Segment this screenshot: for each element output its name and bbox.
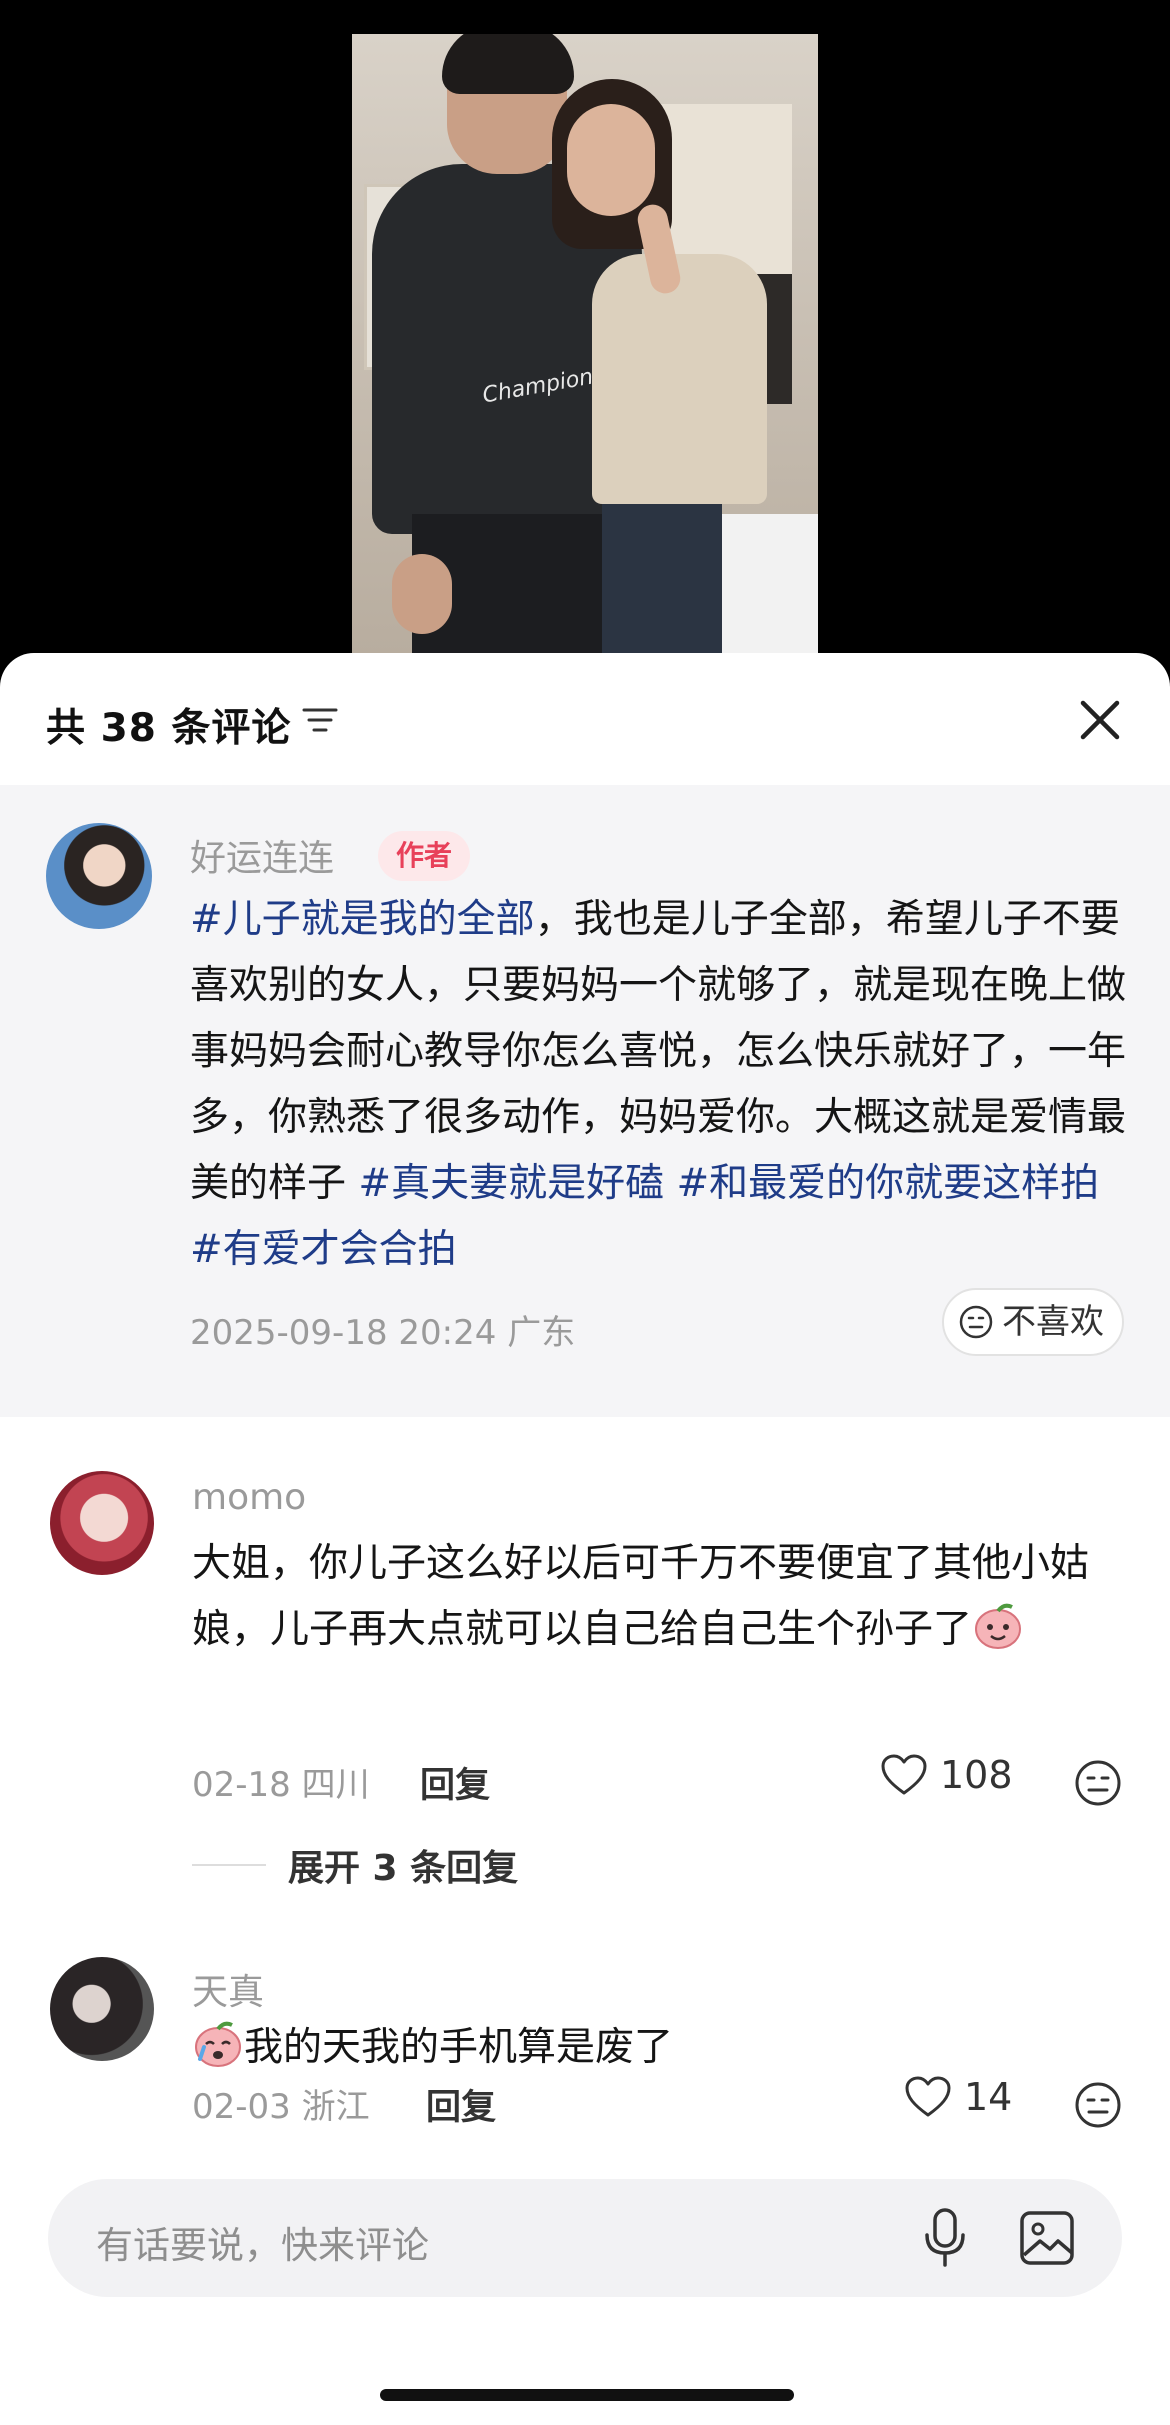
react-emoji-icon[interactable] xyxy=(1074,1759,1122,1807)
like-count: 14 xyxy=(964,2075,1013,2119)
panel-header: 共 38 条评论 xyxy=(0,653,1170,783)
hashtag-link[interactable]: #有爱才会合拍 xyxy=(190,1227,457,1272)
comment-count: 共 38 条评论 xyxy=(46,706,292,751)
like-button[interactable]: 14 xyxy=(904,2075,1012,2119)
comment-meta: 2025-09-18 20:24 广东 xyxy=(190,1313,576,1353)
comment-item: momo 大姐，你儿子这么好以后可千万不要便宜了其他小姑娘，儿子再大点就可以自己… xyxy=(0,1417,1170,1957)
comment-panel: 共 38 条评论 好运连连 作者 #儿子就是我的全部，我也是儿子全部，希望儿子不… xyxy=(0,653,1170,2425)
peach-emoji-icon xyxy=(975,1603,1022,1649)
avatar[interactable] xyxy=(50,1471,154,1575)
comment-item: 天真 我的天我的手机算是废了 02-03 浙江 回复 14 xyxy=(0,1957,1170,2157)
hashtag-link[interactable]: #真夫妻就是好磕 xyxy=(358,1161,664,1206)
reply-button[interactable]: 回复 xyxy=(426,2079,496,2130)
sort-icon[interactable] xyxy=(300,703,340,737)
image-icon[interactable] xyxy=(1018,2209,1076,2267)
author-comment: 好运连连 作者 #儿子就是我的全部，我也是儿子全部，希望儿子不要喜欢别的女人，只… xyxy=(0,785,1170,1417)
comment-input-placeholder: 有话要说，快来评论 xyxy=(96,2224,429,2267)
heart-icon xyxy=(905,2076,951,2117)
expand-replies-button[interactable]: 展开 3 条回复 xyxy=(288,1839,518,1891)
video-player[interactable]: Champion xyxy=(0,0,1170,660)
username[interactable]: momo xyxy=(192,1477,306,1518)
neutral-face-icon xyxy=(959,1305,993,1339)
avatar[interactable] xyxy=(46,823,152,929)
dislike-button[interactable]: 不喜欢 xyxy=(942,1288,1124,1356)
username[interactable]: 天真 xyxy=(192,1963,264,2015)
avatar[interactable] xyxy=(50,1957,154,2061)
comment-text: 我的天我的手机算是废了 xyxy=(192,2015,1122,2081)
heart-icon xyxy=(881,1754,927,1795)
comment-input[interactable]: 有话要说，快来评论 xyxy=(48,2179,1122,2297)
video-frame: Champion xyxy=(352,34,818,654)
username[interactable]: 好运连连 xyxy=(190,829,334,881)
reply-button[interactable]: 回复 xyxy=(420,1757,490,1808)
microphone-icon[interactable] xyxy=(920,2207,970,2269)
like-count: 108 xyxy=(940,1753,1013,1797)
crying-peach-emoji-icon xyxy=(195,2021,241,2067)
comment-meta: 02-03 浙江 xyxy=(192,2087,370,2127)
comment-text: #儿子就是我的全部，我也是儿子全部，希望儿子不要喜欢别的女人，只要妈妈一个就够了… xyxy=(190,897,1127,1272)
hashtag-link[interactable]: #和最爱的你就要这样拍 xyxy=(677,1161,1100,1206)
like-button[interactable]: 108 xyxy=(880,1753,1013,1797)
hashtag-link[interactable]: #儿子就是我的全部 xyxy=(190,897,535,942)
close-icon[interactable] xyxy=(1075,695,1125,745)
comment-text: 大姐，你儿子这么好以后可千万不要便宜了其他小姑娘，儿子再大点就可以自己给自己生个… xyxy=(192,1541,1090,1652)
react-emoji-icon[interactable] xyxy=(1074,2081,1122,2129)
author-badge: 作者 xyxy=(378,831,471,881)
home-indicator xyxy=(380,2389,794,2401)
comment-meta: 02-18 四川 xyxy=(192,1765,370,1805)
